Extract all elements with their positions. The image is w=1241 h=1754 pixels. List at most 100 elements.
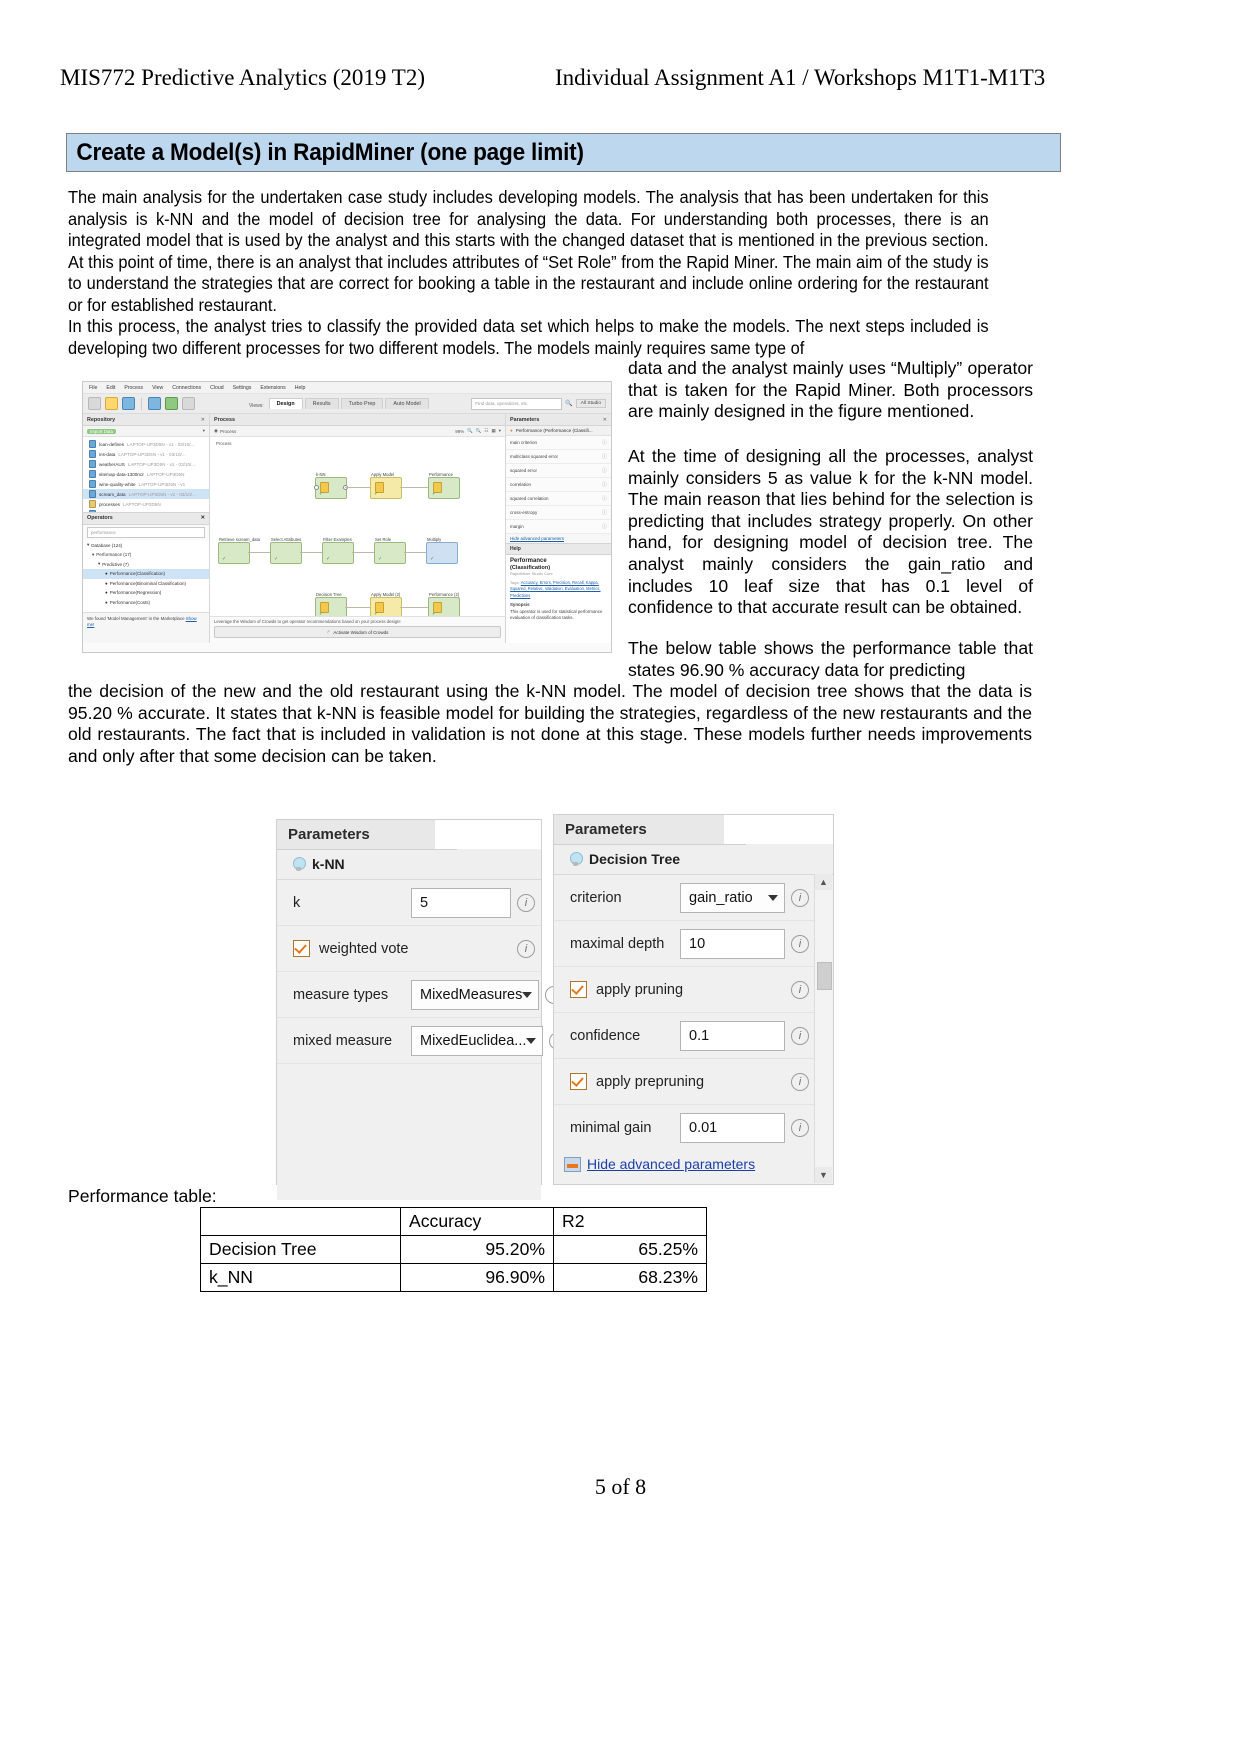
rm-repo-options-icon[interactable]: ▾ — [203, 428, 205, 434]
run-process-icon[interactable] — [165, 397, 178, 410]
info-icon[interactable]: i — [791, 888, 809, 907]
rm-menu-cloud[interactable]: Cloud — [210, 385, 224, 391]
list-item[interactable]: loan-defines LAPTOP-UP3D5N - v1 - 03/10/.… — [83, 439, 209, 449]
save-process-icon[interactable] — [122, 397, 135, 410]
rm-hide-advanced-parameters-link[interactable]: Hide advanced parameters — [506, 534, 611, 543]
list-item[interactable]: scream_data LAPTOP-UP3D5N - v1 - 03/10/..… — [83, 489, 209, 499]
info-icon[interactable]: ⓘ — [602, 439, 607, 446]
dt-parameters-tab[interactable]: Parameters ✕ — [554, 815, 746, 845]
list-item[interactable]: weatherAUS LAPTOP-UP3D5N - v1 - 03/10/... — [83, 459, 209, 469]
knn-mixed-measure-select[interactable]: MixedEuclidea... — [411, 1025, 544, 1056]
rm-param-row[interactable]: cross-entropy ⓘ — [506, 506, 611, 520]
rm-menu-edit[interactable]: Edit — [106, 385, 115, 391]
grid-icon[interactable]: ▦ — [491, 428, 495, 434]
operator-node-performance-2[interactable]: Performance (2) ✓ — [428, 592, 460, 616]
rm-param-row[interactable]: squared error ⓘ — [506, 464, 611, 478]
rm-import-data-button[interactable]: Import Data — [87, 428, 116, 434]
new-process-icon[interactable] — [88, 397, 101, 410]
rm-search-input[interactable]: Find data, operations, etc. — [471, 397, 563, 410]
knn-weighted-vote-checkbox[interactable] — [293, 940, 310, 957]
autolayout-icon[interactable]: ☷ — [484, 428, 488, 434]
zoom-in-icon[interactable]: 🔍 — [476, 428, 482, 434]
close-icon[interactable]: ✕ — [603, 417, 607, 423]
info-icon[interactable]: i — [791, 980, 809, 999]
rm-menu-settings[interactable]: Settings — [233, 385, 252, 391]
undo-icon[interactable] — [148, 397, 161, 410]
tree-node[interactable]: ● Performance(Regression) — [83, 588, 209, 598]
dt-maximal-depth-input[interactable]: 10 — [680, 928, 785, 959]
rm-param-row[interactable]: main criterion ⓘ — [506, 436, 611, 450]
rm-menu-process[interactable]: Process — [124, 385, 143, 391]
tree-node[interactable]: ▾ Predictive (7) — [83, 560, 209, 570]
dt-confidence-input[interactable]: 0.1 — [680, 1020, 785, 1051]
info-icon[interactable]: ⓘ — [602, 523, 607, 530]
scrollbar-thumb[interactable] — [817, 962, 832, 990]
rm-tab-results[interactable]: Results — [304, 398, 339, 409]
info-icon[interactable]: ⓘ — [602, 509, 607, 516]
rm-tab-auto-model[interactable]: Auto Model — [385, 398, 429, 409]
tree-node[interactable]: ▾ Performance (17) — [83, 550, 209, 560]
dt-hide-advanced-link[interactable]: Hide advanced parameters — [587, 1156, 755, 1172]
dt-criterion-select[interactable]: gain_ratio — [680, 882, 785, 913]
tree-node[interactable]: ● Performance(Costs) — [83, 598, 209, 608]
tree-node-selected[interactable]: ● Performance(Classification) — [83, 569, 209, 579]
scroll-down-icon[interactable]: ▼ — [815, 1167, 832, 1183]
zoom-out-icon[interactable]: 🔍 — [467, 428, 473, 434]
tree-node[interactable]: ● Performance(Binominal Classification) — [83, 579, 209, 589]
rm-param-row[interactable]: multiclass squared error ⓘ — [506, 450, 611, 464]
info-icon[interactable]: ⓘ — [602, 453, 607, 460]
info-icon[interactable]: i — [791, 1118, 809, 1137]
dt-minimal-gain-input[interactable]: 0.01 — [680, 1112, 785, 1143]
operator-node-filter-examples[interactable]: Filter Examples ✓ — [322, 537, 354, 564]
rm-menu-file[interactable]: File — [89, 385, 97, 391]
info-icon[interactable]: ⓘ — [602, 467, 607, 474]
stop-process-icon[interactable] — [182, 397, 195, 410]
rm-menu-help[interactable]: Help — [295, 385, 306, 391]
rm-tab-turbo-prep[interactable]: Turbo Prep — [340, 398, 384, 409]
activate-wisdom-of-crowds-button[interactable]: ✓ Activate Wisdom of Crowds — [214, 626, 501, 638]
dt-apply-prepruning-checkbox[interactable] — [570, 1073, 587, 1090]
rm-menu-connections[interactable]: Connections — [172, 385, 201, 391]
list-item[interactable]: sitemap-data-1300m2 LAPTOP-UP3D5N — [83, 469, 209, 479]
tree-node[interactable]: ▾ Database (124) — [83, 541, 209, 551]
open-process-icon[interactable] — [105, 397, 118, 410]
operator-node-performance[interactable]: Performance ✓ — [428, 472, 460, 499]
operator-node-set-role[interactable]: Set Role ✓ — [374, 537, 406, 564]
knn-k-input[interactable]: 5 — [411, 887, 511, 918]
rm-operator-search-input[interactable]: performance — [87, 526, 205, 538]
operator-node-apply-model-2[interactable]: Apply Model (2) ✓ — [370, 592, 402, 616]
info-icon[interactable]: i — [791, 1072, 809, 1091]
rm-menu-view[interactable]: View — [152, 385, 163, 391]
dt-apply-pruning-checkbox[interactable] — [570, 981, 587, 998]
knn-measure-types-select[interactable]: MixedMeasures — [411, 979, 540, 1010]
info-icon[interactable]: i — [517, 893, 535, 912]
info-icon[interactable]: i — [791, 1026, 809, 1045]
operator-node-decision-tree[interactable]: Decision Tree ✓ — [315, 592, 347, 616]
operator-node-knn[interactable]: k-NN ✓ — [314, 472, 348, 499]
list-item[interactable]: wine-quality-white LAPTOP-UP3D5N - v1 — [83, 479, 209, 489]
operator-node-multiply[interactable]: Multiply ✓ — [426, 537, 458, 564]
info-icon[interactable]: i — [517, 939, 535, 958]
list-item[interactable]: ins-data LAPTOP-UP3D5N - v1 - 03/10/... — [83, 449, 209, 459]
chevron-down-icon[interactable]: ▾ — [499, 428, 501, 434]
help-tags[interactable]: Accuracy, Errors, Precision, Recall, Kap… — [510, 580, 601, 598]
info-icon[interactable]: ⓘ — [602, 495, 607, 502]
info-icon[interactable]: ⓘ — [602, 481, 607, 488]
knn-parameters-tab[interactable]: Parameters ✕ — [277, 820, 457, 850]
operator-node-select-attributes[interactable]: Select Attributes ✓ — [270, 537, 302, 564]
scroll-up-icon[interactable]: ▲ — [815, 874, 832, 890]
info-icon[interactable]: i — [791, 934, 809, 953]
list-item[interactable]: processes LAPTOP-UP3D5N — [83, 499, 209, 509]
close-icon[interactable]: ✕ — [200, 515, 205, 521]
rm-tab-design[interactable]: Design — [268, 398, 303, 409]
rm-process-canvas[interactable]: Process k-NN ✓ Apply Model ✓ Performance… — [210, 437, 505, 616]
rm-menu-extensions[interactable]: Extensions — [260, 385, 285, 391]
close-icon[interactable]: ✕ — [201, 417, 205, 423]
dt-scrollbar[interactable]: ▲ ▼ — [814, 874, 832, 1183]
rm-param-row[interactable]: correlation ⓘ — [506, 478, 611, 492]
rm-param-row[interactable]: margin ⓘ — [506, 520, 611, 534]
rm-studio-selector[interactable]: All Studio — [575, 399, 606, 408]
magnifier-icon[interactable]: 🔍 — [565, 400, 572, 407]
rm-param-row[interactable]: squared correlation ⓘ — [506, 492, 611, 506]
operator-node-retrieve[interactable]: Retrieve scream_data ✓ — [218, 537, 260, 564]
